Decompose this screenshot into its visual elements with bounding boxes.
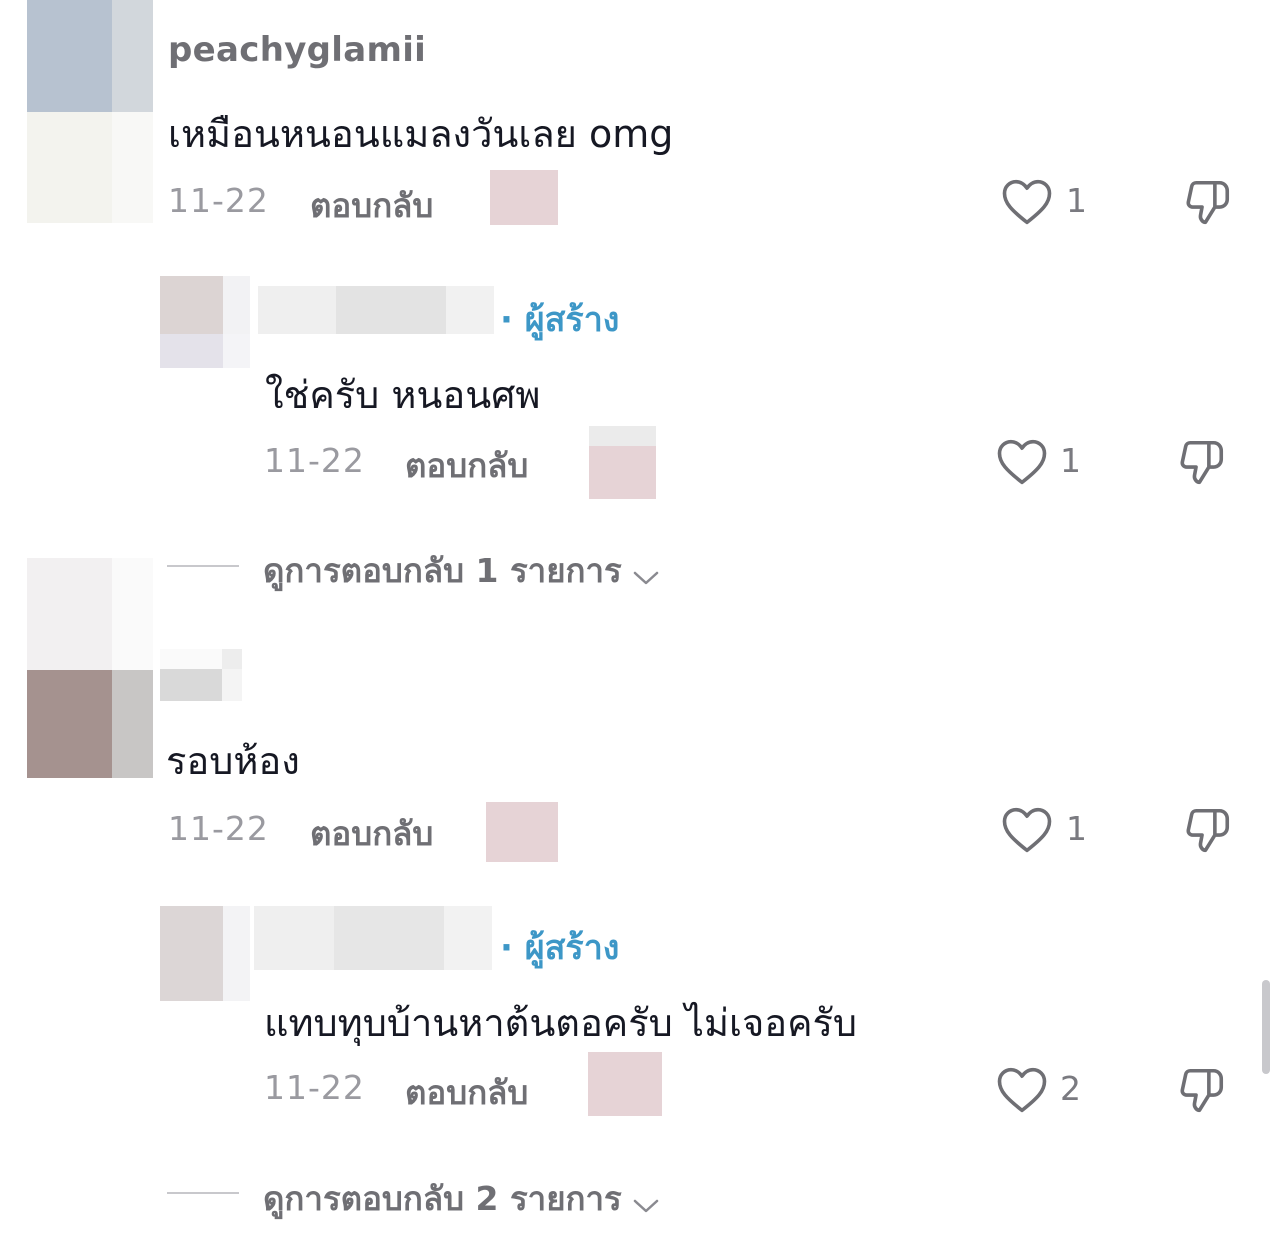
chevron-down-icon — [631, 1196, 661, 1216]
comment-username-blurred[interactable] — [160, 649, 242, 701]
dislike-button[interactable] — [1180, 176, 1234, 230]
thumbs-down-icon — [1174, 436, 1228, 490]
reply-text: ใช่ครับ หนอนศพ — [265, 373, 541, 417]
avatar[interactable] — [27, 558, 153, 778]
reply-avatar[interactable] — [160, 276, 250, 368]
reply-date: 11-22 — [264, 441, 365, 480]
dislike-button[interactable] — [1174, 436, 1228, 490]
thumbs-down-icon — [1180, 804, 1234, 858]
heart-outline-icon — [1000, 176, 1054, 226]
like-button[interactable] — [995, 1064, 1049, 1114]
comment-text: เหมือนหนอนแมลงวันเลย omg — [168, 112, 674, 156]
reply-date: 11-22 — [264, 1068, 365, 1107]
creator-badge: · ผู้สร้าง — [500, 300, 620, 340]
reply-username-blurred[interactable] — [254, 906, 492, 970]
thumbs-down-icon — [1174, 1064, 1228, 1118]
like-count: 1 — [1066, 809, 1087, 848]
dislike-button[interactable] — [1174, 1064, 1228, 1118]
like-count: 1 — [1060, 441, 1081, 480]
reply-avatar[interactable] — [160, 906, 250, 1001]
chevron-down-icon — [631, 568, 661, 588]
comment-date: 11-22 — [168, 181, 269, 220]
heart-outline-icon — [995, 1064, 1049, 1114]
like-count: 1 — [1066, 181, 1087, 220]
like-button[interactable] — [995, 436, 1049, 486]
heart-outline-icon — [1000, 804, 1054, 854]
view-replies-divider — [167, 1192, 239, 1194]
view-more-replies-button[interactable]: ดูการตอบกลับ 1 รายการ — [263, 544, 661, 597]
reply-reply-button[interactable]: ตอบกลับ — [405, 1066, 528, 1119]
sticker-thumbnail[interactable] — [490, 170, 558, 225]
comment-date: 11-22 — [168, 809, 269, 848]
view-replies-divider — [167, 565, 239, 567]
dislike-button[interactable] — [1180, 804, 1234, 858]
like-count: 2 — [1060, 1069, 1081, 1108]
reply-button[interactable]: ตอบกลับ — [310, 807, 433, 860]
like-button[interactable] — [1000, 176, 1054, 226]
avatar[interactable] — [27, 0, 153, 223]
sticker-thumbnail[interactable] — [589, 426, 656, 499]
view-more-label: ดูการตอบกลับ 1 รายการ — [263, 551, 622, 590]
heart-outline-icon — [995, 436, 1049, 486]
reply-reply-button[interactable]: ตอบกลับ — [405, 439, 528, 492]
sticker-thumbnail[interactable] — [588, 1052, 662, 1116]
thumbs-down-icon — [1180, 176, 1234, 230]
reply-text: แทบทุบบ้านหาต้นตอครับ ไม่เจอครับ — [264, 1001, 858, 1045]
reply-button[interactable]: ตอบกลับ — [310, 179, 433, 232]
view-more-replies-button[interactable]: ดูการตอบกลับ 2 รายการ — [263, 1172, 661, 1225]
like-button[interactable] — [1000, 804, 1054, 854]
comment-text: รอบห้อง — [166, 739, 300, 783]
creator-badge: · ผู้สร้าง — [500, 928, 620, 968]
sticker-thumbnail[interactable] — [486, 802, 558, 862]
scrollbar[interactable] — [1262, 980, 1270, 1074]
reply-username-blurred[interactable] — [258, 286, 494, 334]
comment-username[interactable]: peachyglamii — [168, 30, 426, 70]
view-more-label: ดูการตอบกลับ 2 รายการ — [263, 1179, 622, 1218]
